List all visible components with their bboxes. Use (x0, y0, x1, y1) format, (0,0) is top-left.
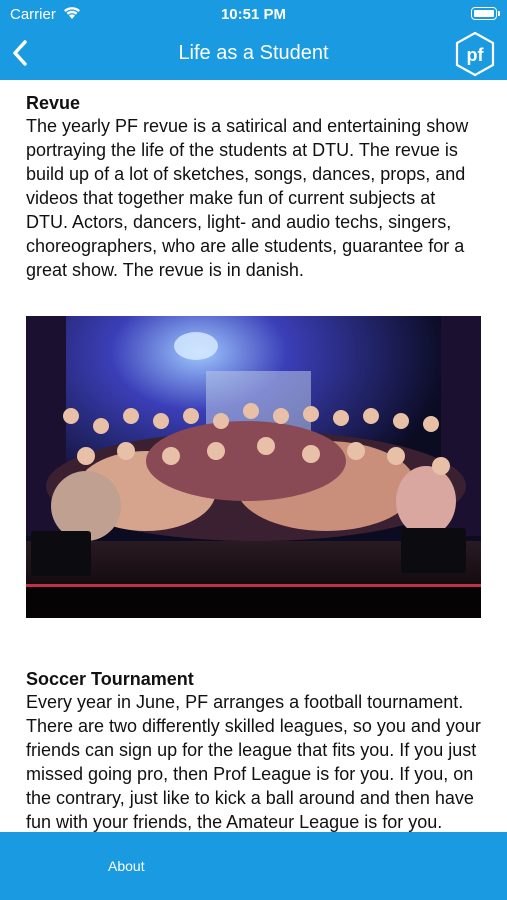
battery-icon (471, 7, 500, 20)
section-heading: Revue (26, 93, 81, 113)
tab-bar: About (0, 832, 507, 900)
status-bar: Carrier 10:51 PM (0, 0, 507, 28)
content-scroll[interactable]: Revue The yearly PF revue is a satirical… (0, 80, 507, 832)
section-body: The yearly PF revue is a satirical and e… (26, 116, 469, 280)
revue-photo (26, 316, 481, 618)
section-soccer: Soccer Tournament Every year in June, PF… (0, 668, 507, 832)
section-revue: Revue The yearly PF revue is a satirical… (0, 92, 507, 282)
tab-about[interactable]: About (108, 858, 145, 874)
status-time: 10:51 PM (220, 6, 287, 23)
navigation-bar: Life as a Student pf (0, 28, 507, 80)
section-heading: Soccer Tournament (26, 669, 194, 689)
pf-logo-icon[interactable]: pf (453, 31, 497, 77)
page-title: Life as a Student (178, 42, 329, 64)
logo-text: pf (467, 45, 485, 65)
section-body: Every year in June, PF arranges a footba… (26, 692, 481, 832)
revue-stage-image (26, 316, 481, 618)
